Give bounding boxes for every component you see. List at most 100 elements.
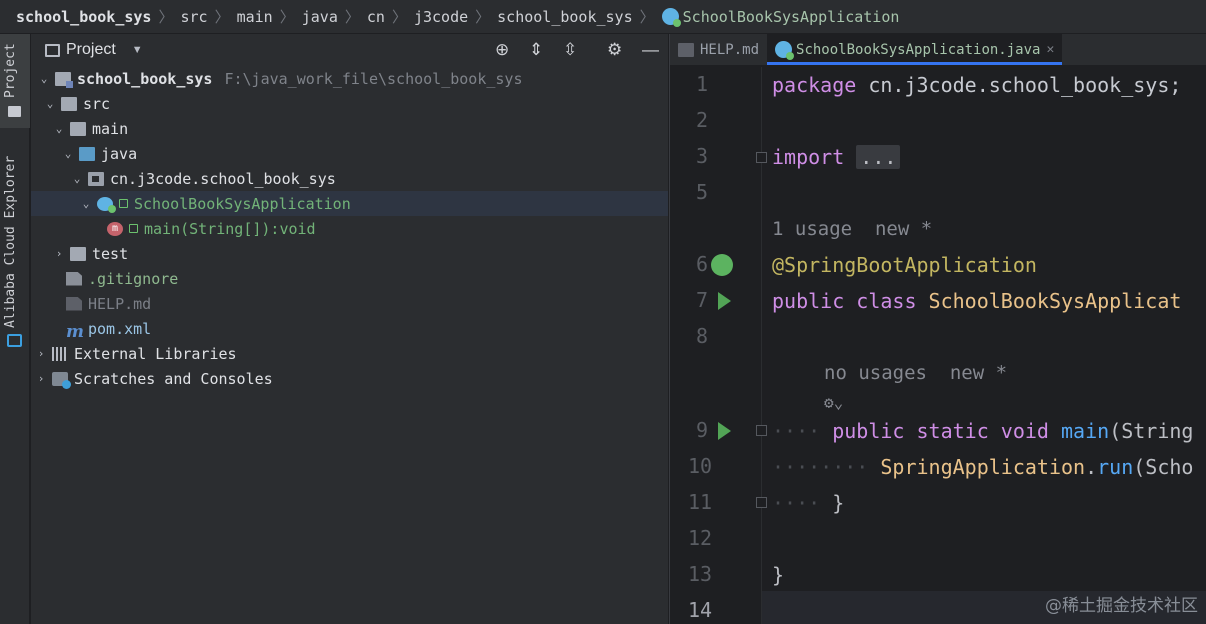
tree-item-label: java [101, 144, 138, 163]
method-icon: m [107, 221, 123, 236]
tree-item-main-method[interactable]: m main(String[]):void [31, 216, 668, 241]
tree-item-gitignore[interactable]: .gitignore [31, 266, 668, 291]
chevron-down-icon[interactable]: ⌄ [43, 97, 57, 110]
lock-icon [129, 224, 138, 233]
module-folder-icon [55, 71, 73, 88]
locate-icon[interactable]: ⊕ [495, 41, 509, 59]
tree-item-label: cn.j3code.school_book_sys [110, 169, 336, 188]
tree-item-project-root[interactable]: ⌄ school_book_sys F:\java_work_file\scho… [31, 66, 668, 91]
keyword: public class [772, 289, 917, 313]
tree-item-package[interactable]: ⌄ cn.j3code.school_book_sys [31, 166, 668, 191]
method-name: run [1097, 455, 1134, 479]
chevron-down-icon[interactable]: ⌄ [70, 172, 84, 185]
tree-item-label: SchoolBookSysApplication [134, 194, 351, 213]
code-text: (String [1109, 419, 1194, 443]
chevron-right-icon: 〉 [214, 8, 230, 26]
tree-item-label: HELP.md [88, 294, 152, 313]
code-line-1: package cn.j3code.school_book_sys; [772, 67, 1181, 103]
chevron-right-icon: 〉 [639, 8, 655, 26]
spring-bean-icon[interactable] [711, 254, 733, 276]
collapse-all-icon[interactable]: ⇳ [563, 41, 577, 59]
file-icon [66, 271, 82, 286]
project-tool-button[interactable]: Project [0, 34, 30, 128]
project-panel-title[interactable]: Project [66, 41, 116, 59]
tree-item-label: src [83, 94, 111, 113]
code-line-3: import ... [772, 139, 901, 175]
tree-item-help-md[interactable]: HELP.md [31, 291, 668, 316]
project-path: F:\java_work_file\school_book_sys [224, 69, 523, 88]
chevron-down-icon[interactable]: ▼ [132, 44, 143, 56]
chevron-right-icon: 〉 [391, 8, 407, 26]
line-number: 10 [688, 454, 713, 478]
breadcrumb-item-java[interactable]: java [302, 8, 338, 26]
project-stripe-label: Project [3, 43, 18, 98]
tree-item-label: pom.xml [88, 319, 152, 338]
package-name: cn.j3code.school_book_sys; [856, 73, 1182, 97]
chevron-right-icon[interactable]: › [52, 247, 66, 260]
breadcrumb-item-src[interactable]: src [180, 8, 207, 26]
lock-icon [119, 199, 128, 208]
chevron-right-icon: 〉 [158, 8, 174, 26]
alibaba-cloud-icon [7, 334, 22, 347]
tree-item-external-libraries[interactable]: › External Libraries [31, 341, 668, 366]
fold-icon[interactable] [756, 497, 767, 508]
line-number: 11 [688, 490, 713, 514]
run-icon[interactable] [718, 292, 731, 310]
tree-item-label: main [92, 119, 129, 138]
breadcrumb-item-j3code[interactable]: j3code [414, 8, 468, 26]
tree-item-application-class[interactable]: ⌄ SchoolBookSysApplication [31, 191, 668, 216]
tab-label: SchoolBookSysApplication.java [796, 41, 1041, 58]
code-area[interactable]: package cn.j3code.school_book_sys; impor… [772, 67, 1193, 587]
tree-item-java[interactable]: ⌄ java [31, 141, 668, 166]
tree-item-scratches[interactable]: › Scratches and Consoles [31, 366, 668, 391]
fold-icon[interactable] [756, 425, 767, 436]
folder-icon [8, 106, 21, 117]
close-icon[interactable]: ✕ [1046, 42, 1054, 57]
tab-help-md[interactable]: HELP.md [670, 34, 767, 65]
line-number: 9 [695, 418, 708, 442]
code-line-13: } [772, 563, 785, 587]
folder-icon [70, 246, 86, 261]
chevron-down-icon[interactable]: ⌄ [52, 122, 66, 135]
code-text: } [832, 491, 845, 515]
run-icon[interactable] [718, 422, 731, 440]
line-number: 3 [695, 144, 708, 168]
breadcrumb-item-project[interactable]: school_book_sys [16, 8, 151, 26]
breadcrumb-item-package[interactable]: school_book_sys [497, 8, 632, 26]
chevron-right-icon[interactable]: › [34, 372, 48, 385]
chevron-down-icon[interactable]: ⌄ [61, 147, 75, 160]
tree-item-label: school_book_sys [77, 69, 213, 88]
chevron-right-icon[interactable]: › [34, 347, 48, 360]
scratches-icon [52, 371, 71, 389]
breadcrumb-item-main[interactable]: main [237, 8, 273, 26]
keyword: package [772, 73, 857, 97]
tree-item-test[interactable]: › test [31, 241, 668, 266]
project-panel: Project ▼ ⊕ ⇕ ⇳ ⚙ — ⌄ school_book_sys F:… [31, 34, 668, 624]
minimize-icon[interactable]: — [642, 41, 659, 59]
line-number: 6 [695, 252, 708, 276]
fold-icon[interactable] [756, 152, 767, 163]
code-line-11: ···· } [772, 485, 844, 521]
chevron-down-icon[interactable]: ⌄ [79, 197, 93, 210]
keyword: public static void [832, 419, 1049, 443]
breadcrumb-item-class[interactable]: SchoolBookSysApplication [661, 8, 899, 27]
tree-item-label: Scratches and Consoles [74, 369, 273, 388]
gear-icon[interactable]: ⚙ [607, 41, 622, 59]
tree-item-main[interactable]: ⌄ main [31, 116, 668, 141]
tree-item-pom[interactable]: m pom.xml [31, 316, 668, 342]
chevron-down-icon[interactable]: ⌄ [37, 72, 51, 85]
tab-application-java[interactable]: SchoolBookSysApplication.java ✕ [767, 34, 1063, 65]
tree-item-src[interactable]: ⌄ src [31, 91, 668, 116]
tree-item-label: External Libraries [74, 344, 237, 363]
keyword: import [772, 145, 845, 169]
usage-hint[interactable]: no usages new * [824, 355, 1007, 391]
folded-imports[interactable]: ... [856, 145, 901, 169]
code-editor: HELP.md SchoolBookSysApplication.java ✕ … [669, 34, 1206, 624]
chevron-right-icon: 〉 [475, 8, 491, 26]
usage-hint[interactable]: 1 usage new * [772, 211, 932, 247]
class-name: SchoolBookSysApplicat [916, 289, 1182, 313]
code-line-7: public class SchoolBookSysApplicat [772, 283, 1181, 319]
breadcrumb-item-cn[interactable]: cn [367, 8, 385, 26]
expand-all-icon[interactable]: ⇕ [529, 41, 543, 59]
library-icon [52, 346, 68, 361]
